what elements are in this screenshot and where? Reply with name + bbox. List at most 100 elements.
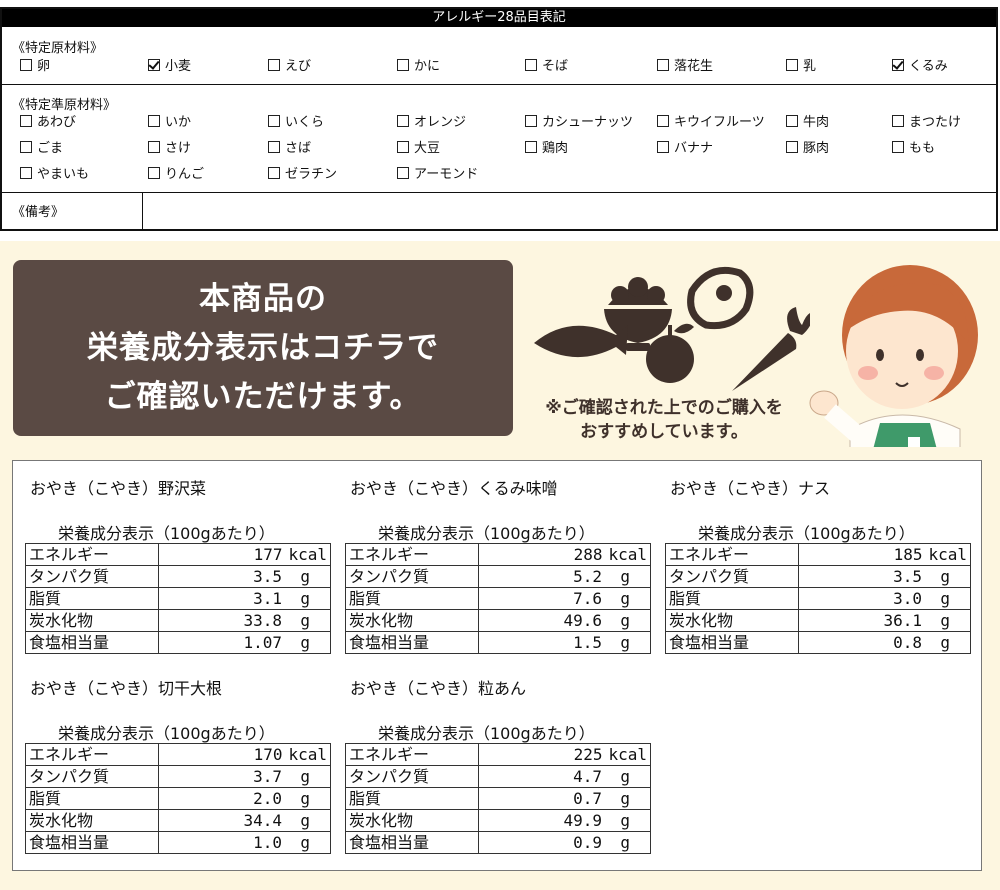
nutrition-row: 食塩相当量 1.5 g [345, 631, 651, 654]
nutrition-row: 炭水化物 49.6 g [345, 609, 651, 632]
nutrition-row: 食塩相当量 1.0 g [25, 831, 331, 854]
nutrition-row: 炭水化物 49.9 g [345, 809, 651, 832]
allergen-checkbox[interactable] [148, 140, 160, 153]
allergen-item-label: キウイフルーツ [674, 115, 765, 130]
cheek-icon [858, 366, 878, 380]
allergen-checkbox[interactable] [525, 58, 537, 71]
nutrient-value: 0.8 [893, 633, 922, 652]
allergen-checkbox[interactable] [397, 114, 409, 127]
nutrient-value: 4.7 [573, 767, 602, 786]
nutrition-table: エネルギー 177 kcal タンパク質 3.5 g 脂質 3.1 g 炭水化物 33.8 g 食塩相当… [25, 543, 331, 654]
allergen-item-label: あわび [37, 115, 77, 130]
nutrient-unit: g [620, 767, 630, 786]
allergen-checkbox[interactable] [657, 114, 669, 127]
allergen-checkbox[interactable] [397, 166, 409, 179]
allergen-item: 豚肉 [786, 137, 829, 156]
allergen-checkbox[interactable] [397, 140, 409, 153]
nutrition-row: エネルギー 288 kcal [345, 543, 651, 566]
allergen-item: バナナ [657, 137, 713, 156]
nutrient-label: 脂質 [25, 587, 159, 610]
allergen-checkbox[interactable] [786, 114, 798, 127]
nutrition-row: タンパク質 4.7 g [345, 765, 651, 788]
nutrition-row: 炭水化物 34.4 g [25, 809, 331, 832]
allergen-checkbox[interactable] [892, 58, 904, 71]
allergen-item: さけ [148, 137, 191, 156]
nutrient-unit: g [940, 567, 950, 586]
food-icons [534, 266, 810, 391]
left-eye-icon [876, 349, 884, 361]
nutrient-label: 脂質 [345, 787, 479, 810]
nutrient-value-cell: 170 kcal [158, 743, 331, 766]
nutrient-value-cell: 288 kcal [478, 543, 651, 566]
nutrient-value-cell: 225 kcal [478, 743, 651, 766]
allergen-checkbox[interactable] [268, 140, 280, 153]
allergen-checkbox[interactable] [20, 114, 32, 127]
allergen-item-label: 大豆 [414, 141, 441, 156]
allergen-checkbox[interactable] [786, 58, 798, 71]
nutrition-table-title: 栄養成分表示（100gあたり） [58, 724, 275, 743]
allergen-item-label: 落花生 [674, 59, 714, 74]
allergen-item: アーモンド [397, 163, 478, 182]
nutrient-label: エネルギー [665, 543, 799, 566]
nutrient-value: 2.0 [253, 789, 282, 808]
nutrient-value-cell: 36.1 g [798, 609, 971, 632]
allergen-item-label: オレンジ [414, 115, 467, 130]
nutrition-row: エネルギー 170 kcal [25, 743, 331, 766]
nutrient-label: タンパク質 [665, 565, 799, 588]
nutrient-unit: g [620, 633, 630, 652]
allergen-item-label: さば [285, 141, 312, 156]
nutrient-label: 脂質 [25, 787, 159, 810]
nutrition-table-title: 栄養成分表示（100gあたり） [378, 524, 595, 543]
allergen-checkbox[interactable] [657, 140, 669, 153]
nutrient-unit: g [300, 833, 310, 852]
allergen-item-label: やまいも [37, 167, 90, 182]
product-name: おやき（こやき）野沢菜 [30, 479, 207, 498]
allergen-checkbox[interactable] [657, 58, 669, 71]
allergen-checkbox[interactable] [148, 114, 160, 127]
nutrient-unit: g [620, 833, 630, 852]
allergen-checkbox[interactable] [268, 166, 280, 179]
allergen-checkbox[interactable] [268, 114, 280, 127]
allergen-checkbox[interactable] [892, 114, 904, 127]
nutrient-value: 49.9 [563, 811, 602, 830]
allergen-checkbox[interactable] [397, 58, 409, 71]
allergen-checkbox[interactable] [148, 166, 160, 179]
allergen-checkbox[interactable] [20, 140, 32, 153]
nutrient-value: 5.2 [573, 567, 602, 586]
allergen-item: 大豆 [397, 137, 440, 156]
allergen-checkbox[interactable] [20, 58, 32, 71]
allergen-item: 乳 [786, 55, 816, 74]
allergen-item-label: 豚肉 [803, 141, 830, 156]
allergen-checkbox[interactable] [525, 114, 537, 127]
nutrient-unit: g [300, 767, 310, 786]
nutrient-unit: g [620, 789, 630, 808]
allergen-title: アレルギー28品目表記 [2, 9, 996, 27]
nutrient-value: 3.0 [893, 589, 922, 608]
nutrient-label: 炭水化物 [665, 609, 799, 632]
nutrition-area: おやき（こやき）野沢菜 栄養成分表示（100gあたり） エネルギー 177 kcal タン… [0, 447, 1000, 890]
notes-section: 《備考》 [2, 193, 996, 231]
allergen-checkbox[interactable] [268, 58, 280, 71]
allergen-checkbox[interactable] [20, 166, 32, 179]
allergen-checkbox[interactable] [525, 140, 537, 153]
nutrition-row: タンパク質 3.5 g [25, 565, 331, 588]
allergen-item: カシューナッツ [525, 111, 633, 130]
nutrient-value: 7.6 [573, 589, 602, 608]
badge-icon [908, 437, 920, 447]
allergen-checkbox[interactable] [148, 58, 160, 71]
nutrition-table-title: 栄養成分表示（100gあたり） [58, 524, 275, 543]
meat-icon [687, 266, 754, 330]
allergen-item: 牛肉 [786, 111, 829, 130]
nutrition-row: 炭水化物 36.1 g [665, 609, 971, 632]
allergen-item-label: いか [165, 115, 192, 130]
allergen-checkbox[interactable] [786, 140, 798, 153]
allergen-item-label: さけ [165, 141, 192, 156]
nutrient-label: 食塩相当量 [25, 831, 159, 854]
nutrient-unit: kcal [608, 545, 647, 564]
allergen-checkbox[interactable] [892, 140, 904, 153]
allergen-item: かに [397, 55, 440, 74]
nutrient-unit: g [300, 589, 310, 608]
nutrient-value-cell: 177 kcal [158, 543, 331, 566]
allergen-item: まつたけ [892, 111, 961, 130]
nutrient-unit: g [300, 811, 310, 830]
